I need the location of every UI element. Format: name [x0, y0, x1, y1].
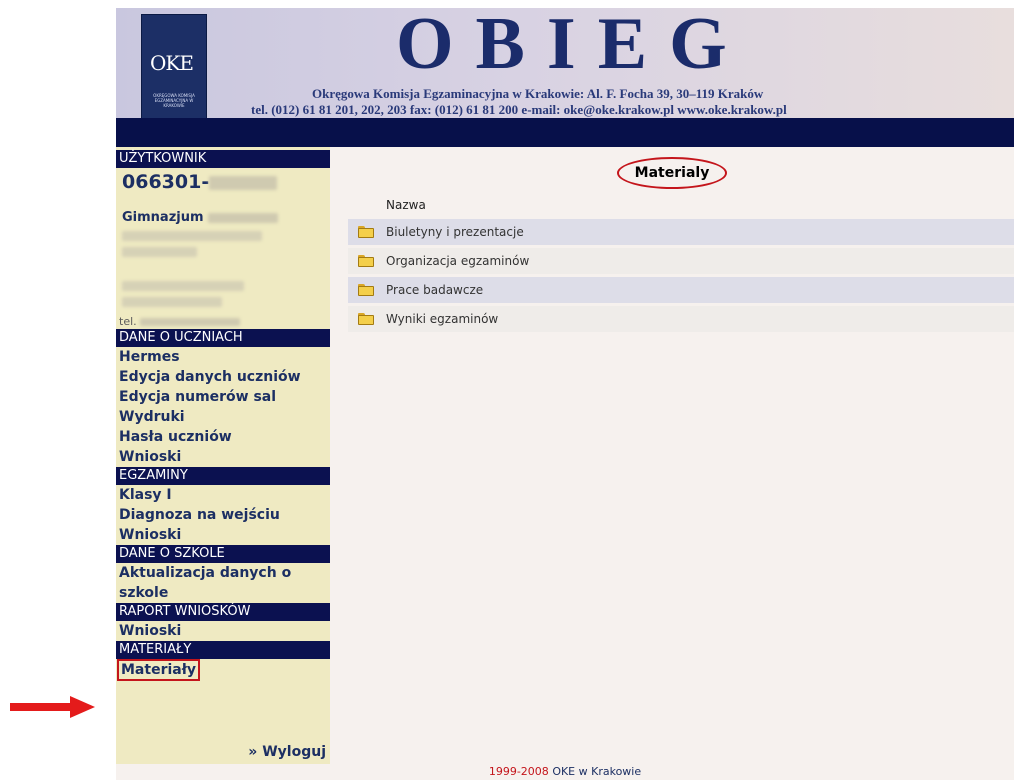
main-content: Materialy Nazwa Biuletyny i prezentacje … — [330, 147, 1014, 764]
school-phone: tel. — [116, 315, 330, 329]
list-item[interactable]: Organizacja egzaminów — [348, 248, 1014, 274]
sidebar-item-edit-rooms[interactable]: Edycja numerów sal — [116, 387, 330, 407]
sidebar-item-materials[interactable]: Materiały — [117, 659, 201, 681]
sidebar-section-students: DANE O UCZNIACH — [116, 329, 330, 347]
sidebar-item-conclusions[interactable]: Wnioski — [116, 447, 330, 467]
oke-logo[interactable]: OKE OKRĘGOWA KOMISJA EGZAMINACYJNA W KRA… — [141, 14, 207, 122]
oke-logo-glyph: OKE — [150, 51, 194, 75]
sidebar-item-printouts[interactable]: Wydruki — [116, 407, 330, 427]
tel-label: tel. — [119, 315, 137, 328]
header-address: Okręgowa Komisja Egzaminacyjna w Krakowi… — [312, 86, 764, 101]
sidebar-item-update-school[interactable]: Aktualizacja danych o — [116, 563, 330, 583]
sidebar-item-classes[interactable]: Klasy I — [116, 485, 330, 505]
list-item[interactable]: Wyniki egzaminów — [348, 306, 1014, 332]
sidebar-section-materials: MATERIAŁY — [116, 641, 330, 659]
folder-icon — [358, 226, 374, 238]
oke-logo-text: OKRĘGOWA KOMISJA EGZAMINACYJNA W KRAKOWI… — [153, 93, 195, 108]
user-id: 066301- — [116, 168, 330, 196]
folder-label[interactable]: Wyniki egzaminów — [386, 312, 498, 326]
folder-list: Biuletyny i prezentacje Organizacja egza… — [348, 219, 1014, 335]
sidebar-section-report: RAPORT WNIOSKÓW — [116, 603, 330, 621]
folder-label[interactable]: Prace badawcze — [386, 283, 483, 297]
user-id-text: 066301- — [122, 171, 210, 193]
footer-org-link[interactable]: OKE w Krakowie — [552, 765, 641, 778]
sidebar-item-edit-students[interactable]: Edycja danych uczniów — [116, 367, 330, 387]
redacted-text — [122, 297, 222, 307]
sidebar-item-update-school-2[interactable]: szkole — [116, 583, 330, 603]
annotation-arrow-icon — [10, 696, 95, 718]
header-banner: OKE OKRĘGOWA KOMISJA EGZAMINACYJNA W KRA… — [116, 4, 1014, 122]
folder-icon — [358, 284, 374, 296]
school-prefix: Gimnazjum — [122, 210, 204, 225]
page-title: Materialy — [616, 157, 728, 189]
folder-label[interactable]: Biuletyny i prezentacje — [386, 225, 524, 239]
header-contact: tel. (012) 61 81 201, 202, 203 fax: (012… — [251, 102, 787, 117]
sidebar-item-hermes[interactable]: Hermes — [116, 347, 330, 367]
redacted-text — [140, 318, 241, 326]
folder-label[interactable]: Organizacja egzaminów — [386, 254, 529, 268]
folder-icon — [358, 313, 374, 325]
redacted-text — [122, 247, 197, 257]
sidebar-item-student-passwords[interactable]: Hasła uczniów — [116, 427, 330, 447]
list-item[interactable]: Biuletyny i prezentacje — [348, 219, 1014, 245]
folder-icon — [358, 255, 374, 267]
redacted-text — [209, 175, 278, 190]
sidebar-section-exams: EGZAMINY — [116, 467, 330, 485]
logout-link[interactable]: » Wyloguj — [248, 744, 326, 760]
school-name: Gimnazjum — [116, 210, 330, 225]
page-title-wrap: Materialy — [330, 157, 1014, 189]
list-item[interactable]: Prace badawcze — [348, 277, 1014, 303]
footer: 1999-2008 OKE w Krakowie — [116, 764, 1014, 780]
sidebar-item-report-conclusions[interactable]: Wnioski — [116, 621, 330, 641]
app-title: OBIEG — [396, 3, 749, 85]
app-frame: OKE OKRĘGOWA KOMISJA EGZAMINACYJNA W KRA… — [116, 0, 1014, 780]
column-header-name[interactable]: Nazwa — [386, 198, 426, 212]
redacted-text — [122, 231, 262, 241]
sidebar: UŻYTKOWNIK 066301- Gimnazjum tel. DANE O… — [116, 147, 330, 764]
top-navbar — [116, 118, 1014, 147]
sidebar-section-user: UŻYTKOWNIK — [116, 150, 330, 168]
sidebar-section-school: DANE O SZKOLE — [116, 545, 330, 563]
redacted-text — [122, 281, 244, 291]
footer-years: 1999-2008 — [488, 765, 549, 778]
redacted-text — [208, 212, 279, 223]
sidebar-item-diagnosis[interactable]: Diagnoza na wejściu — [116, 505, 330, 525]
sidebar-item-exam-conclusions[interactable]: Wnioski — [116, 525, 330, 545]
